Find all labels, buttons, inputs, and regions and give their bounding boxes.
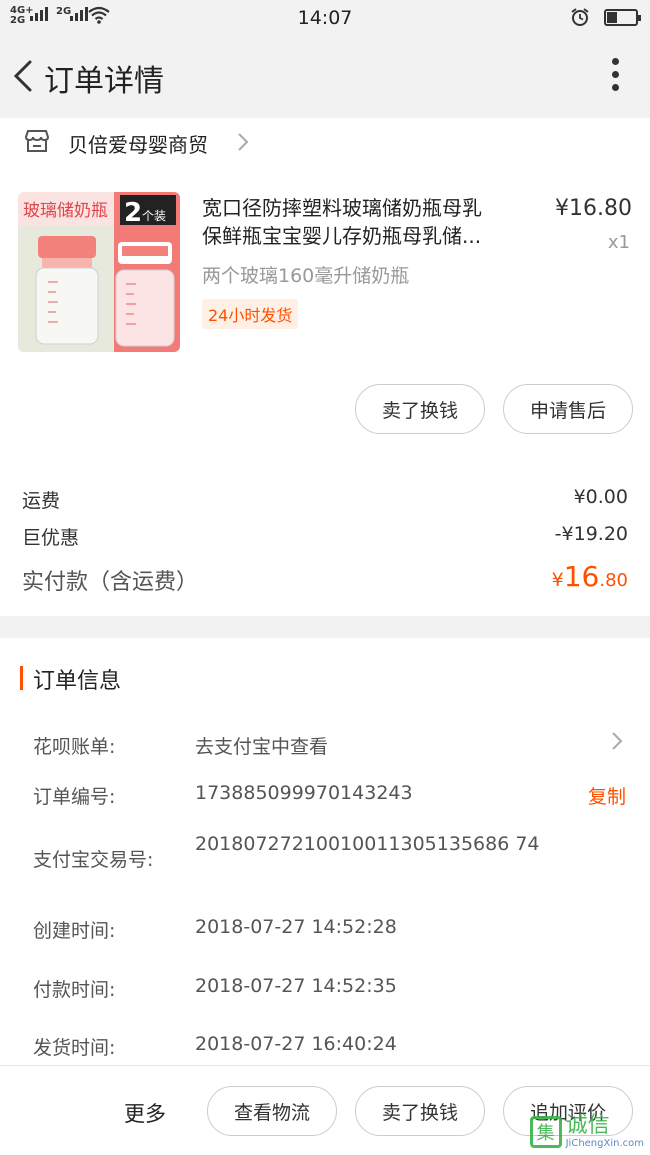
view-logistics-button[interactable]: 查看物流: [207, 1086, 337, 1136]
shipping-tag: 24小时发货: [202, 299, 299, 329]
total-label: 实付款（含运费）: [22, 570, 199, 595]
watermark-mark: 集: [529, 1115, 562, 1148]
created-time-value: 2018-07-27 14:52:28: [195, 916, 397, 938]
discount-row: 巨优惠 -¥19.20: [22, 523, 628, 550]
discount-label: 巨优惠: [22, 527, 80, 549]
image-badge-unit: 个装: [142, 209, 166, 223]
product-title-line2: 保鲜瓶宝宝婴儿存奶瓶母乳储...: [202, 224, 482, 248]
shipped-time-label: 发货时间:: [33, 1037, 116, 1059]
sell-button[interactable]: 卖了换钱: [355, 384, 485, 434]
huabei-label: 花呗账单:: [33, 736, 116, 758]
battery-icon: [604, 8, 641, 26]
total-value: ¥16.80: [552, 560, 628, 593]
watermark-en: JiChengXin.com: [565, 1138, 644, 1149]
page-title: 订单详情: [44, 64, 164, 99]
after-sale-button[interactable]: 申请售后: [503, 384, 633, 434]
back-icon[interactable]: [10, 58, 38, 94]
more-button[interactable]: 更多: [124, 1098, 166, 1128]
product-title-line1: 宽口径防摔塑料玻璃储奶瓶母乳: [202, 196, 482, 220]
order-info-card: 订单信息 花呗账单: 去支付宝中查看 订单编号: 173885099970143…: [0, 638, 650, 1065]
shipped-time-value: 2018-07-27 16:40:24: [195, 1033, 397, 1055]
paid-time-value: 2018-07-27 14:52:35: [195, 975, 397, 997]
sell-button-bottom[interactable]: 卖了换钱: [355, 1086, 485, 1136]
status-bar: 4G+ 2G 2G 14:07: [0, 0, 650, 34]
shipping-value: ¥0.00: [573, 486, 628, 508]
watermark-zh: 诚信: [565, 1113, 610, 1138]
created-time-label: 创建时间:: [33, 920, 116, 942]
discount-value: -¥19.20: [554, 523, 628, 545]
alipay-trade-value: 20180727210010011305135686 74: [195, 833, 540, 855]
order-number-label: 订单编号:: [33, 786, 116, 808]
huabei-value[interactable]: 去支付宝中查看: [195, 732, 328, 759]
product-qty: x1: [607, 232, 630, 253]
clock: 14:07: [297, 7, 353, 29]
image-banner-text: 玻璃储奶瓶: [23, 201, 108, 221]
order-card: 贝倍爱母婴商贸 玻璃储奶瓶 2 个装 宽口径防摔塑料玻璃储奶瓶母乳 保鲜瓶宝宝婴…: [0, 118, 650, 616]
watermark-logo: 集 诚信 JiChengXin.com: [529, 1113, 644, 1149]
image-badge-num: 2: [124, 198, 142, 228]
section-title: 订单信息: [33, 669, 122, 694]
total-currency: ¥: [551, 569, 564, 591]
shipping-label: 运费: [22, 490, 61, 512]
product-image[interactable]: 玻璃储奶瓶 2 个装: [18, 192, 180, 352]
chevron-right-icon: [238, 133, 249, 151]
bottom-action-bar: 更多 查看物流 卖了换钱 追加评价 集 诚信 JiChengXin.com: [0, 1065, 650, 1155]
product-title[interactable]: 宽口径防摔塑料玻璃储奶瓶母乳 保鲜瓶宝宝婴儿存奶瓶母乳储...: [202, 194, 532, 250]
more-vertical-icon[interactable]: [610, 58, 620, 94]
section-accent-bar: [20, 666, 23, 690]
chevron-right-icon[interactable]: [610, 730, 624, 752]
total-decimal: .80: [599, 570, 628, 591]
shop-name: 贝倍爱母婴商贸: [68, 133, 208, 157]
paid-time-label: 付款时间:: [33, 979, 116, 1001]
alarm-icon: [571, 8, 589, 26]
copy-button[interactable]: 复制: [588, 782, 626, 809]
total-integer: 16: [563, 560, 600, 593]
alipay-trade-label: 支付宝交易号:: [33, 849, 154, 871]
nav-bar: 订单详情: [0, 34, 650, 118]
product-price: ¥16.80: [555, 196, 632, 221]
store-icon: [24, 130, 50, 152]
order-number-value: 173885099970143243: [195, 782, 413, 804]
shipping-row: 运费 ¥0.00: [22, 486, 628, 513]
product-sku: 两个玻璃160毫升储奶瓶: [202, 265, 410, 287]
shop-row[interactable]: 贝倍爱母婴商贸: [0, 118, 650, 168]
